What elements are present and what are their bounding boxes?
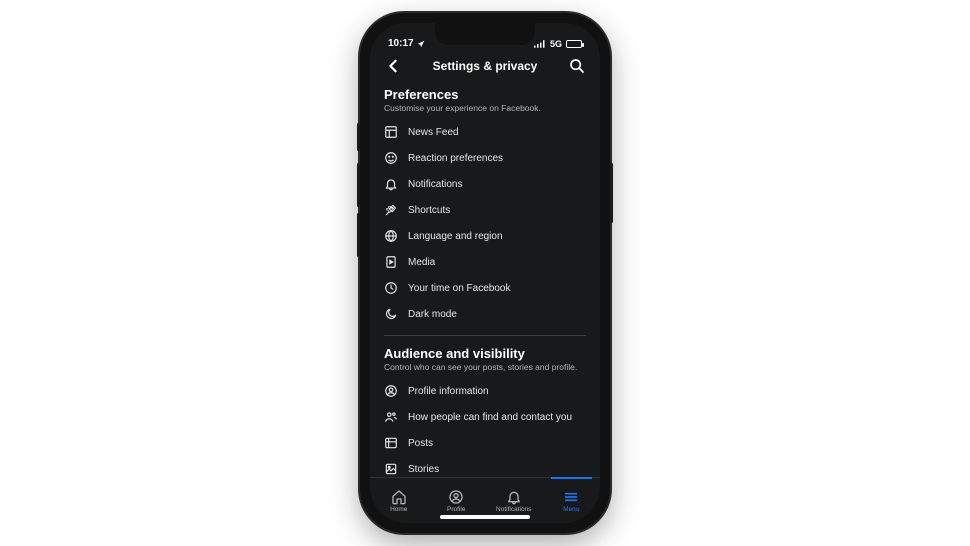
pin-icon <box>384 203 398 217</box>
row-how-people-find[interactable]: How people can find and contact you <box>384 404 586 430</box>
row-stories[interactable]: Stories <box>384 456 586 477</box>
row-label: Language and region <box>408 231 503 242</box>
status-time: 10:17 <box>388 38 414 49</box>
section-subtitle-preferences: Customise your experience on Facebook. <box>384 103 586 113</box>
row-label: Posts <box>408 438 433 449</box>
row-label: How people can find and contact you <box>408 412 572 423</box>
screen: 10:17 5G Settings & privacy <box>370 23 600 523</box>
section-divider <box>384 335 586 336</box>
row-label: Profile information <box>408 386 489 397</box>
row-label: Your time on Facebook <box>408 283 510 294</box>
row-news-feed[interactable]: News Feed <box>384 119 586 145</box>
power-button <box>610 163 613 223</box>
row-media[interactable]: Media <box>384 249 586 275</box>
row-posts[interactable]: Posts <box>384 430 586 456</box>
moon-icon <box>384 307 398 321</box>
tab-label: Notifications <box>496 506 531 513</box>
posts-icon <box>384 436 398 450</box>
nav-header: Settings & privacy <box>370 51 600 83</box>
notch <box>435 23 535 45</box>
row-label: Reaction preferences <box>408 153 503 164</box>
row-profile-information[interactable]: Profile information <box>384 378 586 404</box>
row-label: Notifications <box>408 179 462 190</box>
row-your-time[interactable]: Your time on Facebook <box>384 275 586 301</box>
profile-circle-icon <box>384 384 398 398</box>
content-scroll[interactable]: Preferences Customise your experience on… <box>370 83 600 477</box>
row-shortcuts[interactable]: Shortcuts <box>384 197 586 223</box>
signal-icon <box>534 40 546 48</box>
row-label: News Feed <box>408 127 459 138</box>
row-language-region[interactable]: Language and region <box>384 223 586 249</box>
home-icon <box>391 489 407 505</box>
tab-label: Home <box>390 506 407 513</box>
section-title-audience: Audience and visibility <box>384 346 586 361</box>
volume-up-button <box>357 163 360 207</box>
reaction-icon <box>384 151 398 165</box>
clock-icon <box>384 281 398 295</box>
row-label: Dark mode <box>408 309 457 320</box>
feed-icon <box>384 125 398 139</box>
tab-label: Menu <box>563 506 579 513</box>
network-label: 5G <box>550 39 562 49</box>
location-arrow-icon <box>417 40 425 48</box>
section-title-preferences: Preferences <box>384 87 586 102</box>
row-dark-mode[interactable]: Dark mode <box>384 301 586 327</box>
search-button[interactable] <box>568 57 586 75</box>
home-indicator[interactable] <box>440 515 530 519</box>
stories-icon <box>384 462 398 476</box>
back-button[interactable] <box>384 57 402 75</box>
battery-icon <box>566 40 582 48</box>
phone-frame: 10:17 5G Settings & privacy <box>360 13 610 533</box>
row-label: Shortcuts <box>408 205 450 216</box>
media-icon <box>384 255 398 269</box>
bell-icon <box>506 489 522 505</box>
volume-down-button <box>357 213 360 257</box>
menu-icon <box>563 489 579 505</box>
tab-label: Profile <box>447 506 465 513</box>
section-subtitle-audience: Control who can see your posts, stories … <box>384 362 586 372</box>
page-title: Settings & privacy <box>402 59 568 73</box>
bell-icon <box>384 177 398 191</box>
tab-menu[interactable]: Menu <box>543 478 601 523</box>
tab-home[interactable]: Home <box>370 478 428 523</box>
row-reaction-preferences[interactable]: Reaction preferences <box>384 145 586 171</box>
globe-icon <box>384 229 398 243</box>
people-icon <box>384 410 398 424</box>
side-button <box>357 123 360 151</box>
row-label: Media <box>408 257 435 268</box>
profile-icon <box>448 489 464 505</box>
row-label: Stories <box>408 464 439 475</box>
row-notifications[interactable]: Notifications <box>384 171 586 197</box>
